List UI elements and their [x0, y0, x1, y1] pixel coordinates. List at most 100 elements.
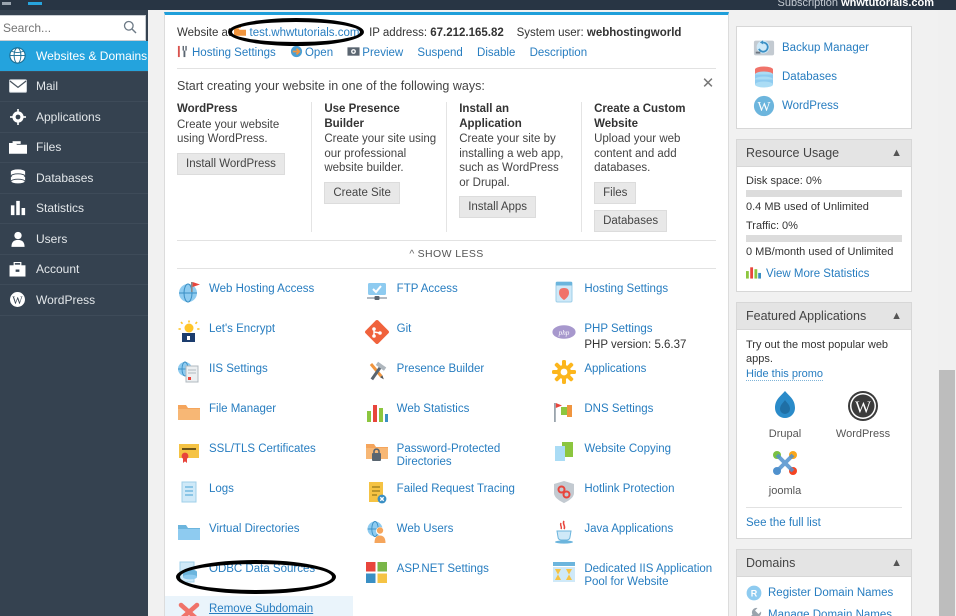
tool-web-statistics[interactable]: Web Statistics: [353, 396, 541, 436]
search-input[interactable]: [0, 21, 123, 35]
quick-link-label[interactable]: Backup Manager: [782, 42, 869, 54]
tool-label[interactable]: Let's Encrypt: [209, 323, 275, 337]
register-domain-names[interactable]: R Register Domain Names: [746, 585, 902, 601]
hide-this-promo-link[interactable]: Hide this promo: [746, 368, 823, 381]
tool-label[interactable]: ASP.NET Settings: [397, 563, 489, 577]
see-full-list[interactable]: See the full list: [746, 507, 902, 529]
quick-link-label[interactable]: WordPress: [782, 100, 839, 112]
tool-label[interactable]: Website Copying: [584, 443, 671, 457]
tool-web-hosting-access[interactable]: Web Hosting Access: [165, 276, 353, 316]
menu-bar-icon[interactable]: [2, 2, 11, 5]
tool-applications[interactable]: Applications: [540, 356, 728, 396]
tool-label[interactable]: Password-Protected Directories: [397, 443, 537, 470]
tool-odbc-data-sources[interactable]: ODBC Data Sources: [165, 556, 353, 596]
tool-logs[interactable]: Logs: [165, 476, 353, 516]
sidebar-item-account[interactable]: Account: [0, 255, 148, 286]
sidebar-item-databases[interactable]: Databases: [0, 163, 148, 194]
tool-ssl-tls-certificates[interactable]: SSL/TLS Certificates: [165, 436, 353, 476]
tool-php-settings[interactable]: php PHP Settings PHP version: 5.6.37: [540, 316, 728, 356]
tool-label[interactable]: Hosting Settings: [584, 283, 668, 297]
tool-website-copying[interactable]: Website Copying: [540, 436, 728, 476]
see-full-list-link[interactable]: See the full list: [746, 517, 821, 529]
register-domain-link[interactable]: Register Domain Names: [768, 587, 893, 599]
tool-label[interactable]: Logs: [209, 483, 234, 497]
tool-ftp-access[interactable]: FTP Access: [353, 276, 541, 316]
tool-iis-settings[interactable]: IIS Settings: [165, 356, 353, 396]
tool-label[interactable]: Virtual Directories: [209, 523, 300, 537]
view-more-statistics[interactable]: View More Statistics: [746, 265, 902, 282]
tool-label[interactable]: Failed Request Tracing: [397, 483, 515, 497]
tool-label[interactable]: Applications: [584, 363, 646, 377]
tool-label[interactable]: ODBC Data Sources: [209, 563, 315, 577]
tool-lets-encrypt[interactable]: Let's Encrypt: [165, 316, 353, 356]
tool-virtual-directories[interactable]: Virtual Directories: [165, 516, 353, 556]
tool-password-protected-directories[interactable]: Password-Protected Directories: [353, 436, 541, 476]
tool-aspnet-settings[interactable]: ASP.NET Settings: [353, 556, 541, 596]
tool-label[interactable]: Web Users: [397, 523, 454, 537]
tool-dns-settings[interactable]: DNS Settings: [540, 396, 728, 436]
tool-failed-request-tracing[interactable]: Failed Request Tracing: [353, 476, 541, 516]
install-apps-button[interactable]: Install Apps: [459, 196, 536, 218]
tool-web-users[interactable]: Web Users: [353, 516, 541, 556]
files-button[interactable]: Files: [594, 182, 636, 204]
action-hosting-settings[interactable]: Hosting Settings: [177, 45, 276, 59]
website-domain-link[interactable]: test.whwtutorials.com: [250, 27, 360, 39]
manage-domain-names[interactable]: Manage Domain Names: [746, 607, 902, 616]
sidebar-item-websites-domains[interactable]: Websites & Domains: [0, 41, 148, 72]
featured-applications-header[interactable]: Featured Applications ▲: [737, 303, 911, 330]
tool-label[interactable]: PHP Settings: [584, 323, 686, 337]
domains-header[interactable]: Domains ▲: [737, 550, 911, 577]
install-wordpress-button[interactable]: Install WordPress: [177, 153, 285, 175]
quick-link-backup-manager[interactable]: Backup Manager: [753, 37, 902, 59]
active-tab-indicator[interactable]: [28, 2, 42, 5]
tool-label[interactable]: IIS Settings: [209, 363, 268, 377]
sidebar-item-users[interactable]: Users: [0, 224, 148, 255]
show-less-toggle[interactable]: ^SHOW LESS: [165, 241, 728, 268]
app-drupal[interactable]: Drupal: [746, 389, 824, 440]
chevron-up-icon[interactable]: ▲: [891, 147, 902, 159]
tool-git[interactable]: Git: [353, 316, 541, 356]
action-open[interactable]: Open: [290, 45, 333, 59]
tool-label[interactable]: Presence Builder: [397, 363, 485, 377]
tool-label[interactable]: Web Statistics: [397, 403, 470, 417]
action-preview[interactable]: Preview: [347, 45, 403, 59]
tool-label[interactable]: Web Hosting Access: [209, 283, 314, 297]
sidebar-item-files[interactable]: Files: [0, 133, 148, 164]
tool-label[interactable]: Remove Subdomain: [209, 603, 313, 616]
quick-link-wordpress[interactable]: W WordPress: [753, 95, 902, 117]
sidebar-item-mail[interactable]: Mail: [0, 72, 148, 103]
tool-label[interactable]: DNS Settings: [584, 403, 653, 417]
action-description[interactable]: Description: [530, 47, 588, 59]
tool-label[interactable]: Hotlink Protection: [584, 483, 674, 497]
sidebar-item-wordpress[interactable]: W WordPress: [0, 285, 148, 316]
action-suspend[interactable]: Suspend: [417, 47, 462, 59]
quick-link-label[interactable]: Databases: [782, 71, 837, 83]
app-wordpress[interactable]: W WordPress: [824, 389, 902, 440]
tool-java-applications[interactable]: Java Applications: [540, 516, 728, 556]
tool-file-manager[interactable]: File Manager: [165, 396, 353, 436]
tool-dedicated-iis-application-pool[interactable]: Dedicated IIS Application Pool for Websi…: [540, 556, 728, 596]
tool-hosting-settings[interactable]: Hosting Settings: [540, 276, 728, 316]
sidebar-item-statistics[interactable]: Statistics: [0, 194, 148, 225]
tool-remove-subdomain[interactable]: Remove Subdomain: [165, 596, 353, 616]
tool-label[interactable]: Dedicated IIS Application Pool for Websi…: [584, 563, 724, 590]
chevron-up-icon[interactable]: ▲: [891, 310, 902, 322]
action-disable[interactable]: Disable: [477, 47, 515, 59]
view-more-statistics-link[interactable]: View More Statistics: [766, 268, 869, 280]
tool-presence-builder[interactable]: Presence Builder: [353, 356, 541, 396]
tool-label[interactable]: SSL/TLS Certificates: [209, 443, 316, 457]
tool-label[interactable]: Java Applications: [584, 523, 673, 537]
search-box[interactable]: [0, 15, 146, 41]
quick-link-databases[interactable]: Databases: [753, 66, 902, 88]
vertical-scrollbar[interactable]: [938, 10, 956, 616]
tool-label[interactable]: Git: [397, 323, 412, 337]
tool-hotlink-protection[interactable]: Hotlink Protection: [540, 476, 728, 516]
close-icon[interactable]: ✕: [701, 77, 715, 91]
tool-label[interactable]: FTP Access: [397, 283, 458, 297]
manage-domain-link[interactable]: Manage Domain Names: [768, 609, 892, 616]
app-joomla[interactable]: joomla: [746, 446, 824, 497]
scrollbar-thumb[interactable]: [939, 370, 955, 616]
databases-button[interactable]: Databases: [594, 210, 667, 232]
chevron-up-icon[interactable]: ▲: [891, 557, 902, 569]
tool-label[interactable]: File Manager: [209, 403, 276, 417]
